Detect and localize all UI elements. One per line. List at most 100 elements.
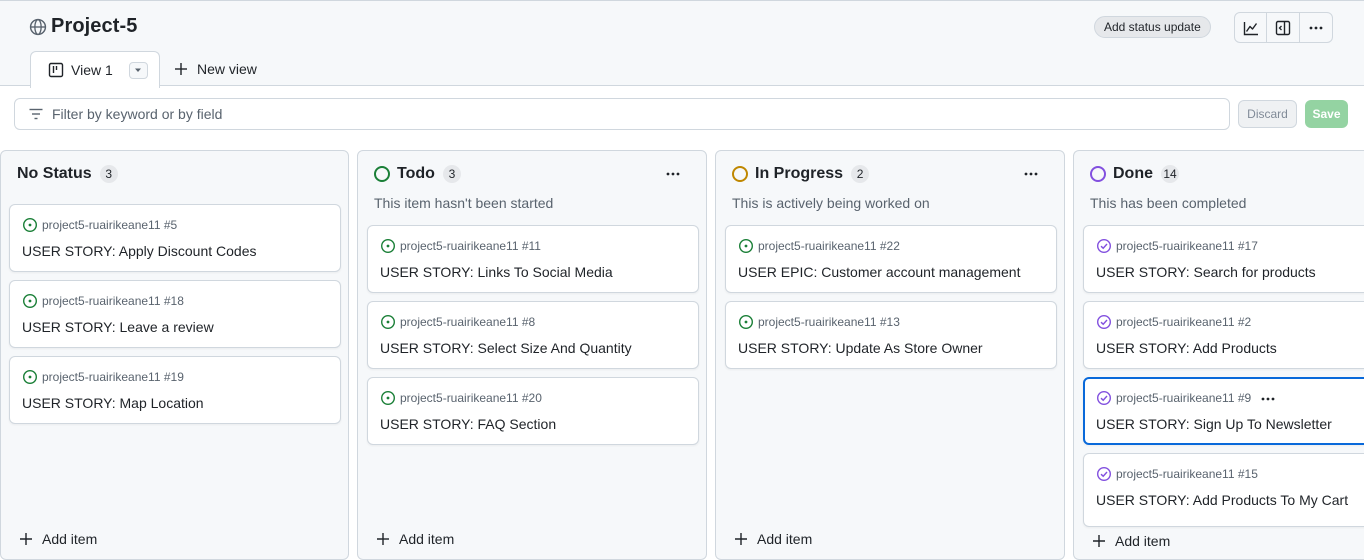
issue-card[interactable]: project5-ruairikeane11 #15 USER STORY: A… [1083, 453, 1364, 527]
column-done: Done 14 This has been completed project5… [1073, 150, 1364, 560]
issue-card-selected[interactable]: project5-ruairikeane11 #9 USER STORY: Si… [1083, 377, 1364, 445]
tab-view-1-label: View 1 [71, 62, 113, 78]
tab-view-1[interactable]: View 1 [30, 51, 160, 88]
filter-field [14, 98, 1230, 130]
board-icon [48, 62, 64, 78]
card-repo-label: project5-ruairikeane11 #20 [400, 391, 542, 405]
save-button[interactable]: Save [1305, 100, 1348, 128]
plus-icon [20, 533, 32, 545]
issue-card[interactable]: project5-ruairikeane11 #18 USER STORY: L… [9, 280, 341, 348]
card-repo: project5-ruairikeane11 #19 [22, 369, 184, 385]
open-issue-icon [22, 293, 38, 309]
more-options-icon [1024, 172, 1038, 176]
open-issue-icon [22, 369, 38, 385]
in-progress-status-icon [732, 166, 748, 182]
column-in-progress: In Progress 2 This is actively being wor… [715, 150, 1065, 560]
card-repo-label: project5-ruairikeane11 #2 [1116, 315, 1252, 329]
new-view-button[interactable]: New view [174, 61, 257, 77]
column-title: In Progress [755, 165, 844, 182]
insights-button[interactable] [1235, 13, 1268, 42]
filter-icon [29, 108, 43, 120]
add-item-label: Add item [757, 531, 813, 547]
card-repo: project5-ruairikeane11 #18 [22, 293, 184, 309]
side-panel-icon [1275, 20, 1291, 35]
issue-card[interactable]: project5-ruairikeane11 #20 USER STORY: F… [367, 377, 699, 445]
plus-icon [735, 533, 747, 545]
project-title[interactable]: Project-5 [51, 15, 138, 38]
add-item-button[interactable]: Add item [376, 531, 454, 547]
column-header: Todo 3 [374, 165, 461, 183]
card-repo: project5-ruairikeane11 #15 [1096, 466, 1258, 482]
column-todo: Todo 3 This item hasn't been started pro… [357, 150, 707, 560]
card-repo-label: project5-ruairikeane11 #11 [400, 239, 541, 253]
side-panel-button[interactable] [1267, 13, 1300, 42]
card-title[interactable]: USER EPIC: Customer account management [738, 264, 1020, 280]
add-item-button[interactable]: Add item [1092, 529, 1364, 551]
column-count: 3 [442, 165, 461, 183]
card-repo: project5-ruairikeane11 #2 [1096, 314, 1251, 330]
card-repo-label: project5-ruairikeane11 #13 [758, 315, 900, 329]
card-title[interactable]: USER STORY: FAQ Section [380, 416, 556, 432]
add-item-label: Add item [1115, 533, 1171, 549]
open-issue-icon [380, 314, 396, 330]
card-title[interactable]: USER STORY: Links To Social Media [380, 264, 613, 280]
closed-issue-icon [1096, 314, 1112, 330]
card-title[interactable]: USER STORY: Select Size And Quantity [380, 340, 632, 356]
add-item-button[interactable]: Add item [734, 531, 812, 547]
insights-icon [1243, 21, 1258, 35]
plus-icon [377, 533, 389, 545]
column-count: 14 [1161, 165, 1179, 183]
card-repo-label: project5-ruairikeane11 #19 [42, 370, 184, 384]
card-repo-label: project5-ruairikeane11 #9 [1116, 391, 1252, 405]
column-header: No Status 3 [17, 165, 118, 183]
caret-down-icon [135, 68, 142, 72]
column-no-status: No Status 3 project5-ruairikeane11 #5 US… [0, 150, 349, 560]
view-options-dropdown[interactable] [128, 61, 148, 79]
column-description: This is actively being worked on [732, 195, 930, 211]
card-repo-label: project5-ruairikeane11 #18 [42, 294, 184, 308]
card-title[interactable]: USER STORY: Add Products [1096, 340, 1277, 356]
column-menu-button[interactable] [661, 164, 685, 184]
card-title[interactable]: USER STORY: Search for products [1096, 264, 1316, 280]
issue-card[interactable]: project5-ruairikeane11 #17 USER STORY: S… [1083, 225, 1364, 293]
discard-button[interactable]: Discard [1238, 100, 1297, 128]
column-menu-button[interactable] [1019, 164, 1043, 184]
project-title-row: Project-5 [29, 15, 138, 38]
open-issue-icon [738, 238, 754, 254]
filter-input[interactable] [52, 106, 1152, 122]
more-options-icon [1261, 397, 1275, 401]
issue-card[interactable]: project5-ruairikeane11 #13 USER STORY: U… [725, 301, 1057, 369]
card-title[interactable]: USER STORY: Leave a review [22, 319, 214, 335]
globe-icon [29, 18, 47, 35]
card-title[interactable]: USER STORY: Apply Discount Codes [22, 243, 256, 259]
column-header: Done 14 [1090, 165, 1179, 183]
issue-card[interactable]: project5-ruairikeane11 #22 USER EPIC: Cu… [725, 225, 1057, 293]
open-issue-icon [380, 238, 396, 254]
card-title[interactable]: USER STORY: Sign Up To Newsletter [1096, 416, 1332, 432]
column-title: Todo [397, 165, 435, 182]
plus-icon [175, 63, 187, 75]
new-view-label: New view [197, 61, 257, 77]
card-title[interactable]: USER STORY: Add Products To My Cart [1096, 492, 1348, 508]
card-menu-button[interactable] [1260, 391, 1276, 412]
add-item-button[interactable]: Add item [19, 531, 97, 547]
card-repo: project5-ruairikeane11 #22 [738, 238, 900, 254]
issue-card[interactable]: project5-ruairikeane11 #2 USER STORY: Ad… [1083, 301, 1364, 369]
card-repo: project5-ruairikeane11 #11 [380, 238, 541, 254]
issue-card[interactable]: project5-ruairikeane11 #11 USER STORY: L… [367, 225, 699, 293]
project-header: Project-5 Add status update View 1 New v… [0, 0, 1364, 88]
issue-card[interactable]: project5-ruairikeane11 #5 USER STORY: Ap… [9, 204, 341, 272]
column-title: No Status [17, 165, 92, 182]
column-count: 3 [99, 165, 118, 183]
issue-card[interactable]: project5-ruairikeane11 #19 USER STORY: M… [9, 356, 341, 424]
todo-status-icon [374, 166, 390, 182]
open-issue-icon [380, 390, 396, 406]
more-options-icon [1309, 26, 1323, 29]
card-title[interactable]: USER STORY: Update As Store Owner [738, 340, 983, 356]
column-header: In Progress 2 [732, 165, 870, 183]
issue-card[interactable]: project5-ruairikeane11 #8 USER STORY: Se… [367, 301, 699, 369]
card-title[interactable]: USER STORY: Map Location [22, 395, 204, 411]
add-status-update-button[interactable]: Add status update [1094, 16, 1211, 38]
header-icon-group [1234, 12, 1333, 43]
more-options-button[interactable] [1300, 13, 1332, 42]
